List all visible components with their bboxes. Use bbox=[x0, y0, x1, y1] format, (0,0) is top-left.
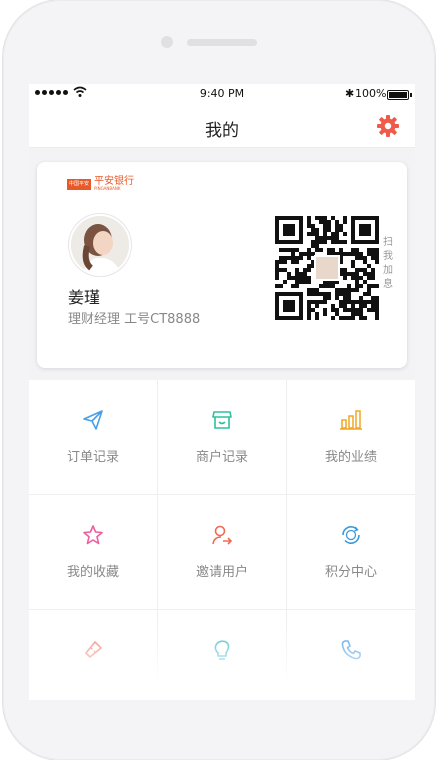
menu-item-coupons[interactable] bbox=[29, 610, 158, 700]
gear-icon[interactable] bbox=[376, 114, 400, 138]
menu-item-performance[interactable]: 我的业绩 bbox=[287, 380, 415, 495]
lightbulb-icon bbox=[214, 640, 230, 660]
profile-card[interactable]: 中国平安 平安银行 PINGANBANK 姜瑾 理财经理 工号CT8888 扫我… bbox=[37, 162, 407, 368]
nav-bar: 我的 bbox=[29, 104, 415, 148]
camera bbox=[161, 36, 173, 48]
logo-badge: 中国平安 bbox=[67, 178, 91, 190]
menu-item-points[interactable]: 积分中心 bbox=[287, 495, 415, 610]
invite-user-icon bbox=[212, 525, 233, 545]
scan-tip: 扫我加息 bbox=[383, 237, 393, 290]
paper-plane-icon bbox=[83, 410, 103, 430]
menu-item-contact[interactable] bbox=[287, 610, 415, 700]
ticket-icon bbox=[85, 641, 102, 658]
phone-icon bbox=[341, 640, 361, 660]
user-role: 理财经理 工号CT8888 bbox=[68, 312, 201, 327]
speaker bbox=[187, 39, 257, 46]
avatar[interactable] bbox=[69, 214, 131, 276]
store-icon bbox=[212, 411, 232, 429]
star-icon bbox=[83, 525, 103, 545]
menu-label: 商户记录 bbox=[195, 450, 248, 465]
bar-chart-icon bbox=[340, 410, 362, 430]
points-icon bbox=[342, 525, 360, 545]
status-bar: 9:40 PM ✱ 100% bbox=[29, 84, 415, 104]
app-screen: 9:40 PM ✱ 100% 我的 中国平安 平安银行 PINGANBANK 姜… bbox=[29, 84, 415, 700]
menu-item-invite[interactable]: 邀请用户 bbox=[158, 495, 287, 610]
battery-icon bbox=[387, 90, 409, 100]
bank-logo: 中国平安 平安银行 PINGANBANK bbox=[67, 177, 134, 191]
menu-item-favorites[interactable]: 我的收藏 bbox=[29, 495, 158, 610]
menu-item-merchants[interactable]: 商户记录 bbox=[158, 380, 287, 495]
menu-item-tips[interactable] bbox=[158, 610, 287, 700]
user-name: 姜瑾 bbox=[68, 288, 101, 307]
menu-label: 我的收藏 bbox=[66, 565, 119, 580]
qr-code[interactable] bbox=[275, 216, 379, 320]
menu-label: 邀请用户 bbox=[195, 565, 248, 580]
menu-item-orders[interactable]: 订单记录 bbox=[29, 380, 158, 495]
page-title: 我的 bbox=[205, 121, 239, 141]
battery-percent: 100% bbox=[355, 87, 387, 100]
menu-grid: 订单记录 商户记录 我的业绩 我的收藏 邀请用户 积分中心 bbox=[29, 380, 415, 700]
bluetooth-icon: ✱ bbox=[345, 87, 355, 100]
menu-label: 订单记录 bbox=[66, 450, 119, 465]
phone-frame: 9:40 PM ✱ 100% 我的 中国平安 平安银行 PINGANBANK 姜… bbox=[3, 0, 435, 760]
menu-label: 我的业绩 bbox=[324, 450, 377, 465]
menu-label: 积分中心 bbox=[324, 565, 377, 580]
